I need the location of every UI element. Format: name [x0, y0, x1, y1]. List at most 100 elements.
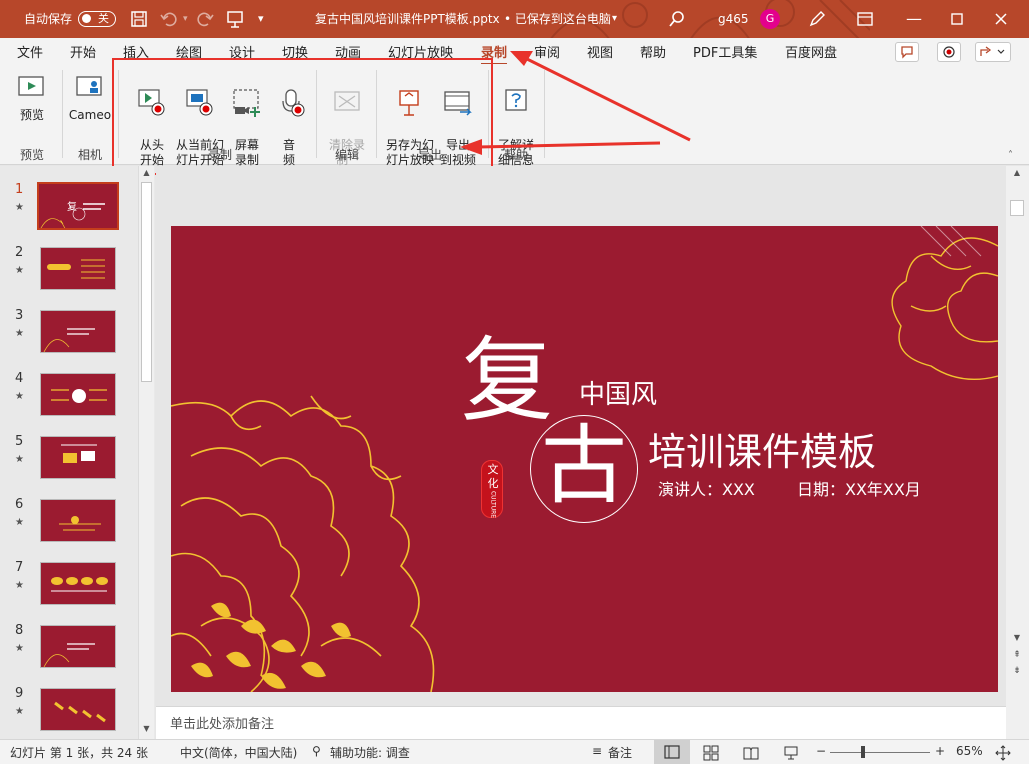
- maximize-icon[interactable]: [948, 10, 966, 28]
- record-button[interactable]: [937, 42, 961, 62]
- slide-thumb-1[interactable]: 1 ★ 复: [0, 182, 138, 238]
- slide-thumbnail: [40, 499, 116, 542]
- slide-thumb-4[interactable]: 4 ★: [0, 371, 138, 427]
- preview-icon: [18, 76, 44, 96]
- presentation-icon[interactable]: [226, 10, 244, 28]
- slide-subtitle-1[interactable]: 中国风: [579, 374, 657, 411]
- scroll-down-icon[interactable]: ▼: [141, 724, 152, 734]
- next-slide-icon[interactable]: ⇟: [1010, 666, 1024, 680]
- language-status[interactable]: 中文(简体，中国大陆): [180, 744, 297, 761]
- user-name[interactable]: g465: [718, 0, 749, 38]
- seal-sub-text: CULTURE: [489, 490, 497, 519]
- slide-thumb-7[interactable]: 7 ★: [0, 560, 138, 616]
- share-button[interactable]: [975, 42, 1011, 62]
- fit-to-window-icon[interactable]: [995, 745, 1011, 761]
- slide-number: 6: [15, 497, 24, 512]
- slide-thumb-8[interactable]: 8 ★: [0, 623, 138, 679]
- undo-icon[interactable]: [160, 10, 178, 28]
- search-icon[interactable]: [668, 10, 686, 28]
- notes-input[interactable]: 单击此处添加备注: [156, 706, 1006, 739]
- editor-scrollbar[interactable]: ▲ ▼ ⇞ ⇟: [1006, 166, 1029, 739]
- slide-thumb-6[interactable]: 6 ★: [0, 497, 138, 553]
- help-group-label: 帮助: [503, 148, 528, 162]
- slide-number: 1: [15, 182, 24, 197]
- zoom-slider[interactable]: [830, 752, 930, 753]
- scroll-up-icon[interactable]: ▲: [141, 168, 152, 178]
- customize-toolbar-icon[interactable]: ▾: [258, 0, 264, 38]
- slide-thumb-3[interactable]: 3 ★: [0, 308, 138, 364]
- date-text[interactable]: 日期：XX年XX月: [797, 476, 921, 500]
- tab-help[interactable]: 帮助: [640, 42, 666, 61]
- slide-thumbnail: [40, 373, 116, 416]
- slide-canvas[interactable]: 复 中国风 古 培训课件模板 演讲人：XXX 日期：XX年XX月 文化 CULT…: [171, 226, 998, 692]
- ribbon-display-icon[interactable]: [856, 10, 874, 28]
- tab-file[interactable]: 文件: [17, 42, 43, 61]
- normal-view-button[interactable]: [654, 740, 690, 764]
- autosave-label: 自动保存: [24, 12, 73, 26]
- camera-group-label: 相机: [77, 148, 102, 162]
- slide-sorter-icon[interactable]: [703, 745, 719, 761]
- title-char-gu[interactable]: 古: [536, 411, 632, 521]
- scroll-thumb[interactable]: [141, 182, 152, 382]
- zoom-out-icon[interactable]: −: [816, 744, 826, 758]
- tab-view[interactable]: 视图: [587, 42, 613, 61]
- collapse-ribbon-icon[interactable]: ˄: [1008, 150, 1013, 161]
- accessibility-icon: ⚲: [312, 744, 321, 758]
- notes-toggle-icon: ≡: [592, 744, 603, 758]
- scroll-thumb[interactable]: [1010, 200, 1024, 216]
- slide-count: 幻灯片 第 1 张，共 24 张: [10, 746, 148, 760]
- camera-icon: [76, 76, 102, 96]
- slide-star-icon: ★: [15, 517, 24, 528]
- autosave-toggle[interactable]: 关: [78, 11, 116, 27]
- preview-button[interactable]: 预览: [14, 72, 50, 123]
- group-divider: [544, 70, 545, 158]
- tab-home[interactable]: 开始: [70, 42, 96, 61]
- slide-star-icon: ★: [15, 643, 24, 654]
- culture-seal: 文化 CULTURE: [481, 460, 503, 518]
- notes-toggle[interactable]: 备注: [608, 744, 632, 761]
- minimize-icon[interactable]: —: [906, 0, 922, 38]
- slide-thumbnail-panel: 1 ★ 复 2 ★ 3 ★ 4 ★ 5 ★ 6 ★ 7 ★ 8 ★ 9 ★: [0, 166, 155, 739]
- slide-star-icon: ★: [15, 391, 24, 402]
- preview-group-label: 预览: [19, 148, 44, 162]
- zoom-level[interactable]: 65%: [956, 744, 983, 758]
- slide-thumb-5[interactable]: 5 ★: [0, 434, 138, 490]
- preview-label: 预览: [19, 108, 44, 122]
- save-icon[interactable]: [130, 10, 148, 28]
- comment-button[interactable]: [895, 42, 919, 62]
- group-divider: [62, 70, 63, 158]
- title-bar: 自动保存 关 ▾ ▾ 复古中国风培训课件PPT模板.pptx • 已保存到这台电…: [0, 0, 1029, 38]
- record-dot-icon: [943, 46, 955, 58]
- save-status[interactable]: • 已保存到这台电脑: [504, 0, 611, 38]
- slide-thumb-2[interactable]: 2 ★: [0, 245, 138, 301]
- slide-star-icon: ★: [15, 580, 24, 591]
- prev-slide-icon[interactable]: ⇞: [1010, 650, 1024, 664]
- slide-star-icon: ★: [15, 265, 24, 276]
- undo-dropdown-icon[interactable]: ▾: [183, 0, 188, 38]
- reading-view-icon[interactable]: [743, 745, 759, 761]
- status-bar: 幻灯片 第 1 张，共 24 张 中文(简体，中国大陆) ⚲ 辅助功能: 调查 …: [0, 739, 1029, 764]
- thumbnail-scrollbar[interactable]: ▲ ▼: [138, 166, 154, 739]
- scroll-down-icon[interactable]: ▼: [1010, 633, 1024, 645]
- slideshow-view-icon[interactable]: [783, 745, 799, 761]
- slide-number: 4: [15, 371, 24, 386]
- slide-number: 9: [15, 686, 24, 701]
- zoom-slider-handle[interactable]: [861, 746, 865, 758]
- chevron-down-icon[interactable]: ▾: [612, 0, 617, 38]
- slide-star-icon: ★: [15, 454, 24, 465]
- avatar[interactable]: G: [760, 9, 780, 29]
- tab-review[interactable]: 审阅: [534, 42, 560, 61]
- scroll-up-icon[interactable]: ▲: [1010, 168, 1024, 180]
- accessibility-status[interactable]: 辅助功能: 调查: [330, 744, 410, 761]
- close-icon[interactable]: [992, 10, 1010, 28]
- tab-baidu-netdisk[interactable]: 百度网盘: [785, 42, 837, 61]
- redo-icon[interactable]: [196, 10, 214, 28]
- zoom-in-icon[interactable]: +: [935, 744, 945, 758]
- slide-thumb-9[interactable]: 9 ★: [0, 686, 138, 742]
- slide-subtitle-2[interactable]: 培训课件模板: [648, 421, 876, 476]
- document-title: 复古中国风培训课件PPT模板.pptx: [315, 12, 500, 26]
- presenter-text[interactable]: 演讲人：XXX: [658, 476, 755, 500]
- tab-pdf-tools[interactable]: PDF工具集: [693, 42, 757, 61]
- pen-icon[interactable]: [808, 10, 826, 28]
- cameo-button[interactable]: Cameo: [68, 72, 112, 123]
